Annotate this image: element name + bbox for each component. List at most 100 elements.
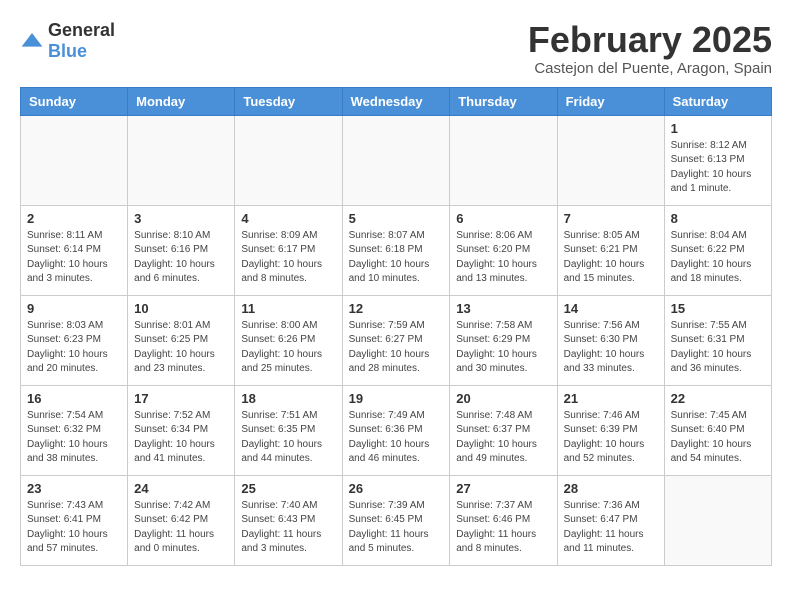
day-info: Sunrise: 7:36 AM Sunset: 6:47 PM Dayligh… <box>564 499 658 557</box>
calendar-cell: 25 Sunrise: 7:40 AM Sunset: 6:43 PM Dayli… <box>235 475 342 565</box>
weekday-header-friday: Friday <box>557 87 664 115</box>
day-info: Sunrise: 7:48 AM Sunset: 6:37 PM Dayligh… <box>456 409 550 467</box>
day-number: 9 <box>27 301 121 316</box>
day-number: 27 <box>456 481 550 496</box>
calendar-cell: 28 Sunrise: 7:36 AM Sunset: 6:47 PM Dayli… <box>557 475 664 565</box>
day-info: Sunrise: 8:11 AM Sunset: 6:14 PM Dayligh… <box>27 229 121 287</box>
day-info: Sunrise: 8:04 AM Sunset: 6:22 PM Dayligh… <box>671 229 765 287</box>
calendar-cell: 4 Sunrise: 8:09 AM Sunset: 6:17 PM Daylig… <box>235 205 342 295</box>
calendar-cell: 19 Sunrise: 7:49 AM Sunset: 6:36 PM Dayli… <box>342 385 450 475</box>
calendar-cell <box>557 115 664 205</box>
day-number: 10 <box>134 301 228 316</box>
calendar-cell: 26Sunrise: 7:39 AM Sunset: 6:45 PM Dayli… <box>342 475 450 565</box>
week-row-4: 16 Sunrise: 7:54 AM Sunset: 6:32 PM Dayli… <box>21 385 772 475</box>
day-info: Sunrise: 7:54 AM Sunset: 6:32 PM Dayligh… <box>27 409 121 467</box>
logo: General Blue <box>20 20 115 62</box>
week-row-2: 2 Sunrise: 8:11 AM Sunset: 6:14 PM Daylig… <box>21 205 772 295</box>
calendar-cell: 27 Sunrise: 7:37 AM Sunset: 6:46 PM Dayli… <box>450 475 557 565</box>
logo-icon <box>20 29 44 53</box>
day-number: 1 <box>671 121 765 136</box>
day-number: 15 <box>671 301 765 316</box>
calendar-cell: 1Sunrise: 8:12 AM Sunset: 6:13 PM Daylig… <box>664 115 771 205</box>
day-number: 12 <box>349 301 444 316</box>
day-number: 7 <box>564 211 658 226</box>
day-number: 4 <box>241 211 335 226</box>
day-number: 8 <box>671 211 765 226</box>
location: Castejon del Puente, Aragon, Spain <box>528 60 772 77</box>
weekday-header-thursday: Thursday <box>450 87 557 115</box>
day-info: Sunrise: 8:00 AM Sunset: 6:26 PM Dayligh… <box>241 319 335 377</box>
day-info: Sunrise: 7:40 AM Sunset: 6:43 PM Dayligh… <box>241 499 335 557</box>
day-number: 6 <box>456 211 550 226</box>
day-number: 18 <box>241 391 335 406</box>
day-info: Sunrise: 8:07 AM Sunset: 6:18 PM Dayligh… <box>349 229 444 287</box>
calendar-cell <box>450 115 557 205</box>
day-info: Sunrise: 7:59 AM Sunset: 6:27 PM Dayligh… <box>349 319 444 377</box>
calendar-table: SundayMondayTuesdayWednesdayThursdayFrid… <box>20 87 772 566</box>
calendar-cell: 10 Sunrise: 8:01 AM Sunset: 6:25 PM Dayli… <box>128 295 235 385</box>
calendar-cell: 13 Sunrise: 7:58 AM Sunset: 6:29 PM Dayli… <box>450 295 557 385</box>
calendar-cell: 17 Sunrise: 7:52 AM Sunset: 6:34 PM Dayli… <box>128 385 235 475</box>
week-row-5: 23Sunrise: 7:43 AM Sunset: 6:41 PM Dayli… <box>21 475 772 565</box>
page-header: General Blue February 2025 Castejon del … <box>20 20 772 77</box>
day-info: Sunrise: 8:05 AM Sunset: 6:21 PM Dayligh… <box>564 229 658 287</box>
day-info: Sunrise: 7:46 AM Sunset: 6:39 PM Dayligh… <box>564 409 658 467</box>
day-number: 13 <box>456 301 550 316</box>
calendar-cell: 2 Sunrise: 8:11 AM Sunset: 6:14 PM Daylig… <box>21 205 128 295</box>
day-info: Sunrise: 7:52 AM Sunset: 6:34 PM Dayligh… <box>134 409 228 467</box>
day-number: 14 <box>564 301 658 316</box>
calendar-cell: 21Sunrise: 7:46 AM Sunset: 6:39 PM Dayli… <box>557 385 664 475</box>
calendar-cell <box>21 115 128 205</box>
day-info: Sunrise: 8:09 AM Sunset: 6:17 PM Dayligh… <box>241 229 335 287</box>
day-number: 24 <box>134 481 228 496</box>
calendar-cell: 24Sunrise: 7:42 AM Sunset: 6:42 PM Dayli… <box>128 475 235 565</box>
day-info: Sunrise: 7:56 AM Sunset: 6:30 PM Dayligh… <box>564 319 658 377</box>
calendar-cell: 14 Sunrise: 7:56 AM Sunset: 6:30 PM Dayli… <box>557 295 664 385</box>
day-info: Sunrise: 7:49 AM Sunset: 6:36 PM Dayligh… <box>349 409 444 467</box>
day-info: Sunrise: 7:39 AM Sunset: 6:45 PM Dayligh… <box>349 499 444 557</box>
calendar-cell <box>235 115 342 205</box>
day-info: Sunrise: 8:10 AM Sunset: 6:16 PM Dayligh… <box>134 229 228 287</box>
day-number: 25 <box>241 481 335 496</box>
calendar-cell: 15Sunrise: 7:55 AM Sunset: 6:31 PM Dayli… <box>664 295 771 385</box>
calendar-cell: 18 Sunrise: 7:51 AM Sunset: 6:35 PM Dayli… <box>235 385 342 475</box>
weekday-header-monday: Monday <box>128 87 235 115</box>
day-info: Sunrise: 7:51 AM Sunset: 6:35 PM Dayligh… <box>241 409 335 467</box>
day-number: 16 <box>27 391 121 406</box>
week-row-1: 1Sunrise: 8:12 AM Sunset: 6:13 PM Daylig… <box>21 115 772 205</box>
day-number: 20 <box>456 391 550 406</box>
calendar-cell: 5 Sunrise: 8:07 AM Sunset: 6:18 PM Daylig… <box>342 205 450 295</box>
day-number: 28 <box>564 481 658 496</box>
calendar-cell: 20 Sunrise: 7:48 AM Sunset: 6:37 PM Dayli… <box>450 385 557 475</box>
logo-general: General <box>48 20 115 40</box>
day-info: Sunrise: 8:01 AM Sunset: 6:25 PM Dayligh… <box>134 319 228 377</box>
day-info: Sunrise: 7:58 AM Sunset: 6:29 PM Dayligh… <box>456 319 550 377</box>
day-info: Sunrise: 7:45 AM Sunset: 6:40 PM Dayligh… <box>671 409 765 467</box>
weekday-header-tuesday: Tuesday <box>235 87 342 115</box>
weekday-header-saturday: Saturday <box>664 87 771 115</box>
weekday-header-sunday: Sunday <box>21 87 128 115</box>
week-row-3: 9 Sunrise: 8:03 AM Sunset: 6:23 PM Daylig… <box>21 295 772 385</box>
calendar-cell: 3 Sunrise: 8:10 AM Sunset: 6:16 PM Daylig… <box>128 205 235 295</box>
day-number: 5 <box>349 211 444 226</box>
calendar-cell <box>664 475 771 565</box>
calendar-cell: 16 Sunrise: 7:54 AM Sunset: 6:32 PM Dayli… <box>21 385 128 475</box>
day-number: 2 <box>27 211 121 226</box>
day-number: 19 <box>349 391 444 406</box>
weekday-header-wednesday: Wednesday <box>342 87 450 115</box>
calendar-cell: 12 Sunrise: 7:59 AM Sunset: 6:27 PM Dayli… <box>342 295 450 385</box>
day-number: 11 <box>241 301 335 316</box>
weekday-header-row: SundayMondayTuesdayWednesdayThursdayFrid… <box>21 87 772 115</box>
day-number: 17 <box>134 391 228 406</box>
calendar-cell: 9 Sunrise: 8:03 AM Sunset: 6:23 PM Daylig… <box>21 295 128 385</box>
calendar-cell: 22 Sunrise: 7:45 AM Sunset: 6:40 PM Dayli… <box>664 385 771 475</box>
calendar-cell: 23Sunrise: 7:43 AM Sunset: 6:41 PM Dayli… <box>21 475 128 565</box>
logo-text: General Blue <box>48 20 115 62</box>
day-info: Sunrise: 8:06 AM Sunset: 6:20 PM Dayligh… <box>456 229 550 287</box>
day-info: Sunrise: 8:03 AM Sunset: 6:23 PM Dayligh… <box>27 319 121 377</box>
month-title: February 2025 <box>528 20 772 60</box>
calendar-cell <box>128 115 235 205</box>
day-number: 3 <box>134 211 228 226</box>
day-info: Sunrise: 7:37 AM Sunset: 6:46 PM Dayligh… <box>456 499 550 557</box>
day-number: 22 <box>671 391 765 406</box>
